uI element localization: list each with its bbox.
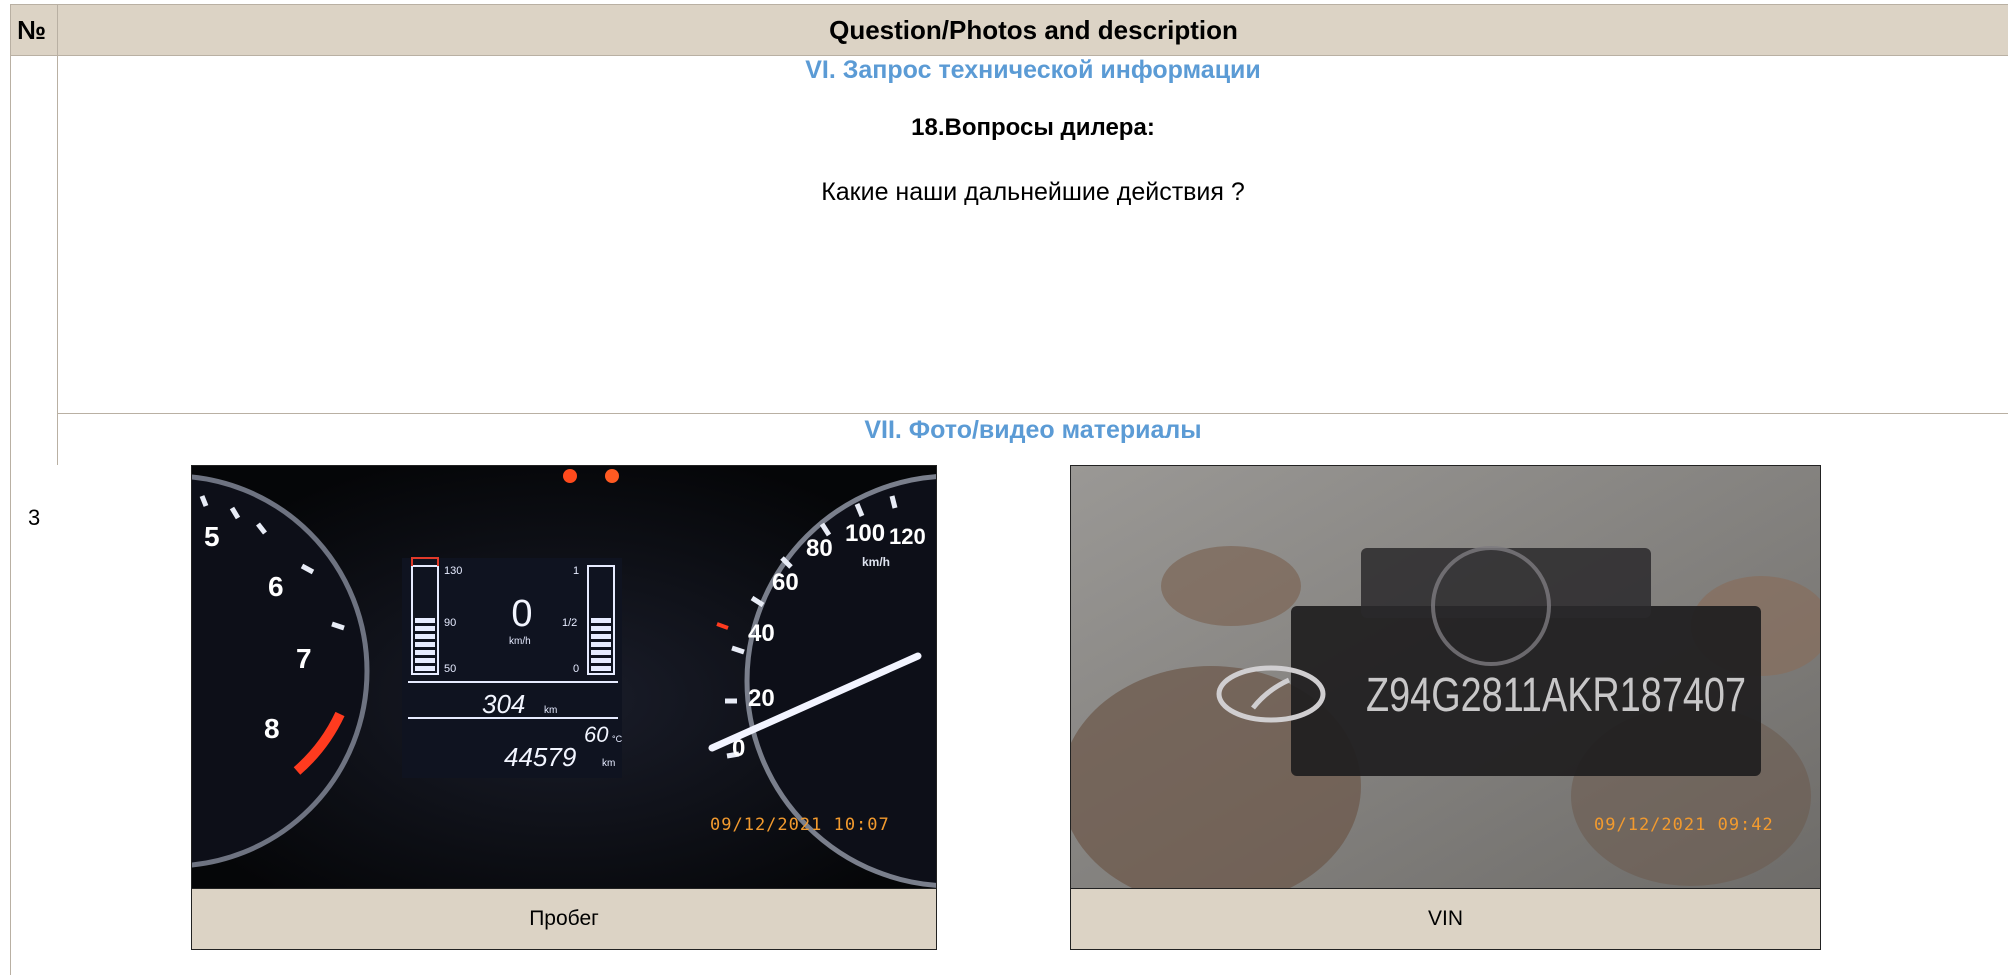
section-7-title: VII. Фото/видео материалы bbox=[864, 416, 1202, 444]
fuel-empty: 0 bbox=[573, 663, 579, 675]
header-number: № bbox=[11, 5, 58, 55]
table-left-border bbox=[10, 55, 11, 975]
speedo-tick-80: 80 bbox=[806, 535, 833, 562]
lcd-speed-unit: km/h bbox=[509, 636, 531, 647]
header-title: Question/Photos and description bbox=[829, 15, 1238, 45]
speedo-tick-20: 20 bbox=[748, 685, 775, 712]
section-6-title: VI. Запрос технической информации bbox=[805, 56, 1261, 84]
fuel-half: 1/2 bbox=[562, 617, 577, 629]
row-number: 3 bbox=[28, 505, 41, 530]
speedo-tick-60: 60 bbox=[772, 569, 799, 596]
fuel-full: 1 bbox=[573, 565, 579, 577]
photo-timestamp: 09/12/2021 10:07 bbox=[710, 815, 890, 835]
photo-caption-vin: VIN bbox=[1071, 888, 1820, 949]
temp-low: 50 bbox=[444, 663, 456, 675]
photo-caption-mileage: Пробег bbox=[192, 888, 936, 949]
question-title: 18.Вопросы дилера: bbox=[911, 114, 1155, 141]
lcd-speed: 0 bbox=[511, 593, 532, 635]
speedo-tick-120: 120 bbox=[889, 524, 926, 549]
photo-card-mileage: 5 6 7 8 0 20 40 60 80 100 120 km/h 130 9… bbox=[191, 465, 937, 950]
tacho-tick-6: 6 bbox=[268, 571, 284, 602]
lcd-odo-unit: km bbox=[602, 758, 615, 769]
speed-unit: km/h bbox=[862, 555, 890, 569]
table-header: № Question/Photos and description bbox=[10, 4, 2008, 56]
lcd-trip-unit: km bbox=[544, 705, 557, 716]
photo-card-vin: Z94G2811AKR187407 09/12/2021 09:42 VIN bbox=[1070, 465, 1821, 950]
dashboard-photo: 5 6 7 8 0 20 40 60 80 100 120 km/h 130 9… bbox=[192, 466, 936, 889]
temp-high: 130 bbox=[444, 565, 462, 577]
lcd-temp-unit: °C bbox=[612, 734, 623, 744]
tacho-tick-7: 7 bbox=[296, 643, 312, 674]
speedo-tick-100: 100 bbox=[845, 520, 885, 547]
tacho-tick-5: 5 bbox=[204, 521, 220, 552]
vin-number: Z94G2811AKR187407 bbox=[1366, 669, 1746, 722]
lcd-trip: 304 bbox=[482, 689, 525, 719]
section-divider bbox=[57, 413, 2008, 414]
tacho-tick-8: 8 bbox=[264, 713, 280, 744]
lcd-odometer: 44579 bbox=[504, 742, 576, 772]
speedo-tick-40: 40 bbox=[748, 620, 775, 647]
vin-photo: Z94G2811AKR187407 09/12/2021 09:42 bbox=[1071, 466, 1820, 889]
photo-timestamp: 09/12/2021 09:42 bbox=[1594, 815, 1774, 835]
lcd-outside-temp: 60 bbox=[584, 722, 609, 747]
question-text: Какие наши дальнейшие действия ? bbox=[821, 178, 1245, 206]
temp-mid: 90 bbox=[444, 617, 456, 629]
